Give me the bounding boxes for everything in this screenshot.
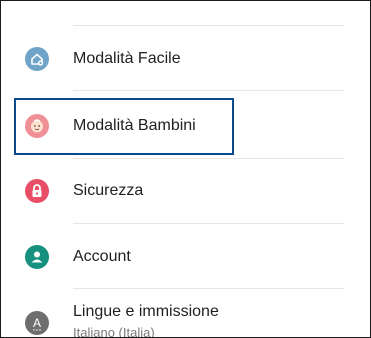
settings-item-label: Account <box>73 248 131 265</box>
settings-item-security[interactable]: Sicurezza <box>1 163 370 223</box>
settings-item-label: Sicurezza <box>73 182 144 199</box>
settings-item-account[interactable]: Account <box>1 228 370 288</box>
divider <box>73 223 344 224</box>
divider <box>73 90 344 91</box>
divider <box>73 25 344 26</box>
settings-item-sublabel: Italiano (Italia) <box>73 325 155 338</box>
settings-item-label: Lingue e immissione <box>73 303 219 320</box>
settings-item-language[interactable]: A Lingue e immissione Italiano (Italia) <box>1 294 370 338</box>
easy-mode-icon <box>25 47 49 71</box>
lock-icon <box>25 179 49 203</box>
divider <box>73 288 344 289</box>
account-icon <box>25 245 49 269</box>
divider <box>73 158 344 159</box>
svg-text:A: A <box>33 316 41 330</box>
settings-list: Modalità Facile Modalità Bambini Sicurez… <box>0 0 371 338</box>
focus-highlight <box>14 98 234 155</box>
language-icon: A <box>25 311 49 335</box>
settings-item-easy-mode[interactable]: Modalità Facile <box>1 30 370 90</box>
settings-item-label: Modalità Facile <box>73 50 181 67</box>
